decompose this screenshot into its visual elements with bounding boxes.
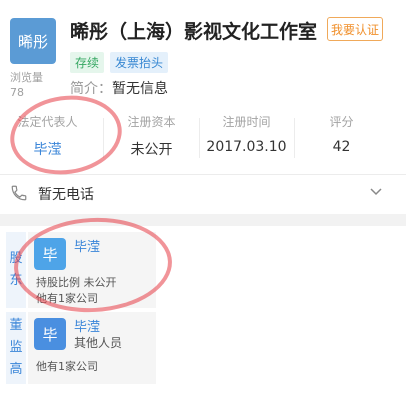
company-logo: 晞彤 — [10, 18, 56, 64]
intro-value: 暂无信息 — [112, 81, 168, 97]
directors-label-char: 董 — [9, 318, 23, 333]
phone-row[interactable]: 暂无电话 — [0, 178, 406, 208]
director-name[interactable]: 毕滢 — [74, 316, 100, 335]
director-card[interactable]: 毕 毕滢 其他人员 他有1家公司 — [28, 312, 156, 384]
status-tags: 存续 发票抬头 — [70, 52, 169, 73]
invoice-title-tag[interactable]: 发票抬头 — [110, 52, 169, 73]
score-value: 42 — [332, 139, 351, 155]
views-label: 浏览量 — [10, 71, 43, 84]
chevron-down-icon[interactable] — [369, 185, 383, 199]
reg-time-value: 2017.03.10 — [206, 139, 287, 155]
directors-label[interactable]: 董 监 高 — [6, 312, 26, 384]
company-count-text: 他有1家公司 — [36, 360, 98, 373]
avatar: 毕 — [34, 318, 66, 350]
reg-time-column: 注册时间 2017.03.10 — [199, 108, 294, 155]
phone-icon — [11, 185, 27, 201]
score-column[interactable]: 评分 42 — [294, 108, 389, 155]
directors-label-char: 高 — [9, 362, 23, 377]
company-name: 晞彤（上海）影视文化工作室 — [70, 21, 318, 43]
reg-time-label: 注册时间 — [222, 115, 271, 129]
director-role: 其他人员 — [74, 336, 123, 350]
views-counter: 浏览量 78 — [10, 70, 56, 100]
company-intro: 简介：暂无信息 — [70, 78, 168, 98]
status-badge: 存续 — [70, 52, 105, 73]
score-label: 评分 — [329, 115, 354, 129]
verify-button[interactable]: 我要认证 — [327, 17, 383, 41]
directors-label-char: 监 — [9, 340, 23, 355]
phone-text: 暂无电话 — [38, 187, 94, 203]
